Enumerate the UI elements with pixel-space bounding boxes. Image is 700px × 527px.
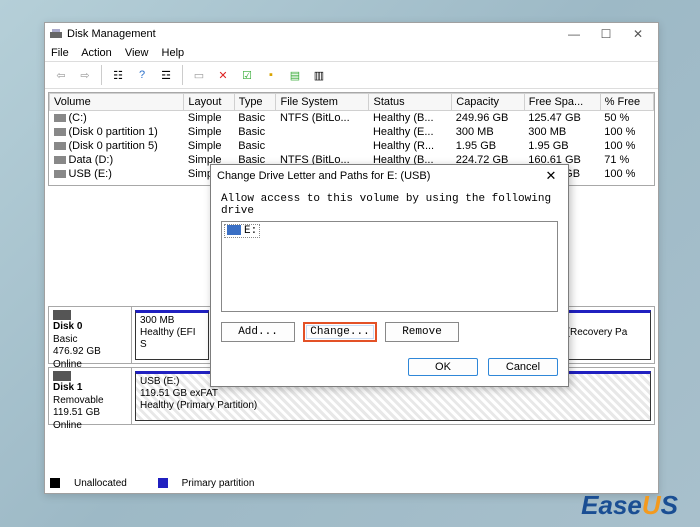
column-header[interactable]: File System bbox=[276, 94, 369, 111]
dialog-title: Change Drive Letter and Paths for E: (US… bbox=[217, 170, 540, 182]
menu-file[interactable]: File bbox=[51, 47, 69, 59]
change-drive-letter-dialog: Change Drive Letter and Paths for E: (US… bbox=[210, 164, 569, 387]
disk-icon bbox=[53, 371, 71, 381]
back-icon[interactable]: ⇦ bbox=[51, 65, 71, 85]
column-header[interactable]: Layout bbox=[184, 94, 234, 111]
change-button[interactable]: Change... bbox=[303, 322, 377, 342]
properties-icon[interactable]: ☲ bbox=[156, 65, 176, 85]
disk-info: Disk 1Removable119.51 GBOnline bbox=[49, 368, 132, 424]
partition[interactable]: 300 MBHealthy (EFI S bbox=[135, 310, 209, 360]
drive-icon bbox=[227, 225, 241, 235]
cancel-button[interactable]: Cancel bbox=[488, 358, 558, 376]
close-button[interactable]: ✕ bbox=[622, 24, 654, 44]
menu-help[interactable]: Help bbox=[162, 47, 185, 59]
help-icon[interactable]: ? bbox=[132, 65, 152, 85]
maximize-button[interactable]: ☐ bbox=[590, 24, 622, 44]
minimize-button[interactable]: — bbox=[558, 24, 590, 44]
volume-row[interactable]: (Disk 0 partition 5)SimpleBasicHealthy (… bbox=[50, 139, 654, 153]
column-header[interactable]: Status bbox=[369, 94, 452, 111]
extend-icon[interactable]: ▤ bbox=[285, 65, 305, 85]
menu-action[interactable]: Action bbox=[81, 47, 112, 59]
dialog-message: Allow access to this volume by using the… bbox=[221, 193, 558, 217]
menubar: File Action View Help bbox=[45, 45, 658, 62]
remove-button[interactable]: Remove bbox=[385, 322, 459, 342]
easeus-logo: EaseUS bbox=[581, 490, 678, 521]
dialog-close-icon[interactable]: ✕ bbox=[540, 168, 562, 184]
toolbar: ⇦ ⇨ ☷ ? ☲ ▭ ✕ ☑ ▪ ▤ ▥ bbox=[45, 62, 658, 89]
titlebar[interactable]: Disk Management — ☐ ✕ bbox=[45, 23, 658, 45]
column-header[interactable]: Capacity bbox=[452, 94, 525, 111]
volume-row[interactable]: (Disk 0 partition 1)SimpleBasicHealthy (… bbox=[50, 125, 654, 139]
menu-view[interactable]: View bbox=[125, 47, 149, 59]
legend: Unallocated Primary partition bbox=[50, 478, 282, 489]
drive-list[interactable]: E: bbox=[221, 221, 558, 312]
refresh-icon[interactable]: ☷ bbox=[108, 65, 128, 85]
delete-icon[interactable]: ✕ bbox=[213, 65, 233, 85]
drive-list-item: E: bbox=[224, 224, 260, 238]
shrink-icon[interactable]: ▥ bbox=[309, 65, 329, 85]
volume-row[interactable]: (C:)SimpleBasicNTFS (BitLo...Healthy (B.… bbox=[50, 111, 654, 126]
disk-info: Disk 0Basic476.92 GBOnline bbox=[49, 307, 132, 363]
tree-icon[interactable]: ▭ bbox=[189, 65, 209, 85]
app-icon bbox=[49, 27, 63, 41]
ok-button[interactable]: OK bbox=[408, 358, 478, 376]
add-button[interactable]: Add... bbox=[221, 322, 295, 342]
column-header[interactable]: Type bbox=[234, 94, 276, 111]
disk-icon bbox=[53, 310, 71, 320]
forward-icon[interactable]: ⇨ bbox=[75, 65, 95, 85]
new-icon[interactable]: ▪ bbox=[261, 65, 281, 85]
column-header[interactable]: Free Spa... bbox=[524, 94, 600, 111]
column-header[interactable]: Volume bbox=[50, 94, 184, 111]
format-icon[interactable]: ☑ bbox=[237, 65, 257, 85]
window-title: Disk Management bbox=[67, 28, 558, 40]
column-header[interactable]: % Free bbox=[600, 94, 653, 111]
